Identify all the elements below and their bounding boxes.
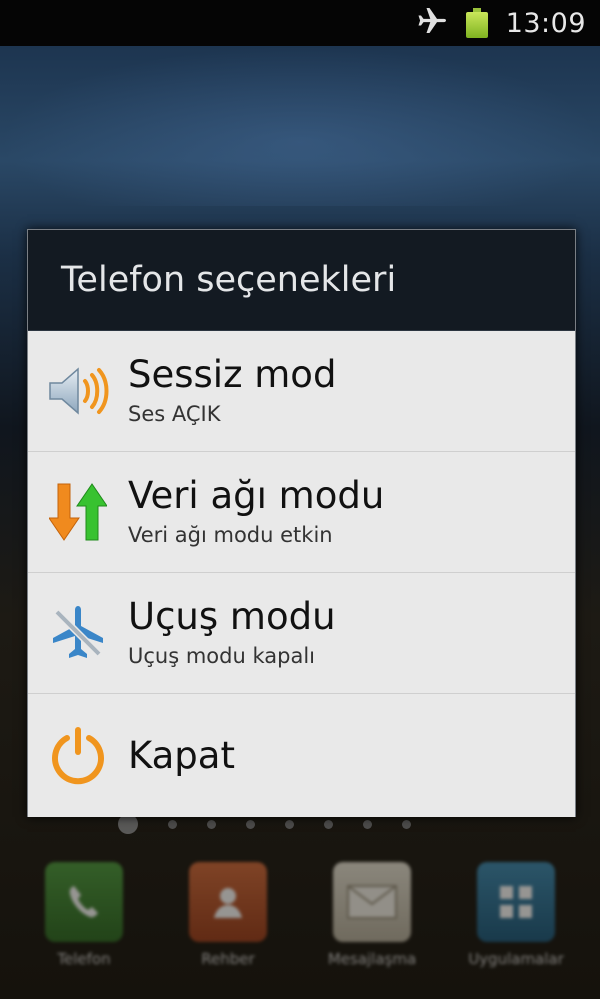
- option-title: Uçuş modu: [128, 595, 336, 638]
- option-silent-mode[interactable]: Sessiz mod Ses AÇIK: [28, 331, 575, 452]
- page-dot: [324, 819, 333, 829]
- speaker-icon: [28, 331, 128, 452]
- dock-item-apps[interactable]: Uygulamalar: [456, 862, 576, 999]
- page-dot: [246, 819, 255, 829]
- data-network-arrows-icon: [28, 452, 128, 573]
- dock-label: Mesajlaşma: [327, 950, 417, 968]
- option-subtitle: Uçuş modu kapalı: [128, 644, 315, 668]
- page-dot: [363, 819, 372, 829]
- option-data-network-mode[interactable]: Veri ağı modu Veri ağı modu etkin: [28, 452, 575, 573]
- option-power-off[interactable]: Kapat: [28, 694, 575, 817]
- option-subtitle: Veri ağı modu etkin: [128, 523, 333, 547]
- messages-icon: [333, 862, 411, 942]
- home-dot: [118, 814, 138, 834]
- phone-icon: [45, 862, 123, 942]
- airplane-icon: [416, 5, 448, 41]
- dock-label: Telefon: [57, 950, 111, 968]
- airplane-off-icon: [28, 573, 128, 694]
- dock-label: Uygulamalar: [468, 950, 564, 968]
- option-title: Kapat: [128, 733, 235, 777]
- option-title: Veri ağı modu: [128, 474, 385, 517]
- dock-label: Rehber: [201, 950, 255, 968]
- dock-item-phone[interactable]: Telefon: [24, 862, 144, 999]
- power-icon: [28, 695, 128, 816]
- contacts-icon: [189, 862, 267, 942]
- option-flight-mode[interactable]: Uçuş modu Uçuş modu kapalı: [28, 573, 575, 694]
- apps-icon: [477, 862, 555, 942]
- page-indicator: [118, 814, 411, 834]
- page-dot: [207, 819, 216, 829]
- option-subtitle: Ses AÇIK: [128, 402, 221, 426]
- dock-item-contacts[interactable]: Rehber: [168, 862, 288, 999]
- wallpaper-glow: [0, 46, 600, 206]
- battery-icon: [465, 8, 488, 38]
- dock-item-messages[interactable]: Mesajlaşma: [312, 862, 432, 999]
- page-dot: [168, 819, 177, 829]
- clock: 13:09: [505, 7, 586, 39]
- status-bar: 13:09: [0, 0, 600, 46]
- option-title: Sessiz mod: [128, 353, 337, 396]
- dialog-title: Telefon seçenekleri: [61, 260, 397, 300]
- page-dot: [402, 819, 411, 829]
- dock: Telefon Rehber Mesajlaşma Uygulamalar: [0, 862, 600, 999]
- dialog-header: Telefon seçenekleri: [28, 230, 575, 331]
- page-dot: [285, 819, 294, 829]
- phone-options-dialog: Telefon seçenekleri Sessiz mod Ses AÇIK: [27, 229, 576, 817]
